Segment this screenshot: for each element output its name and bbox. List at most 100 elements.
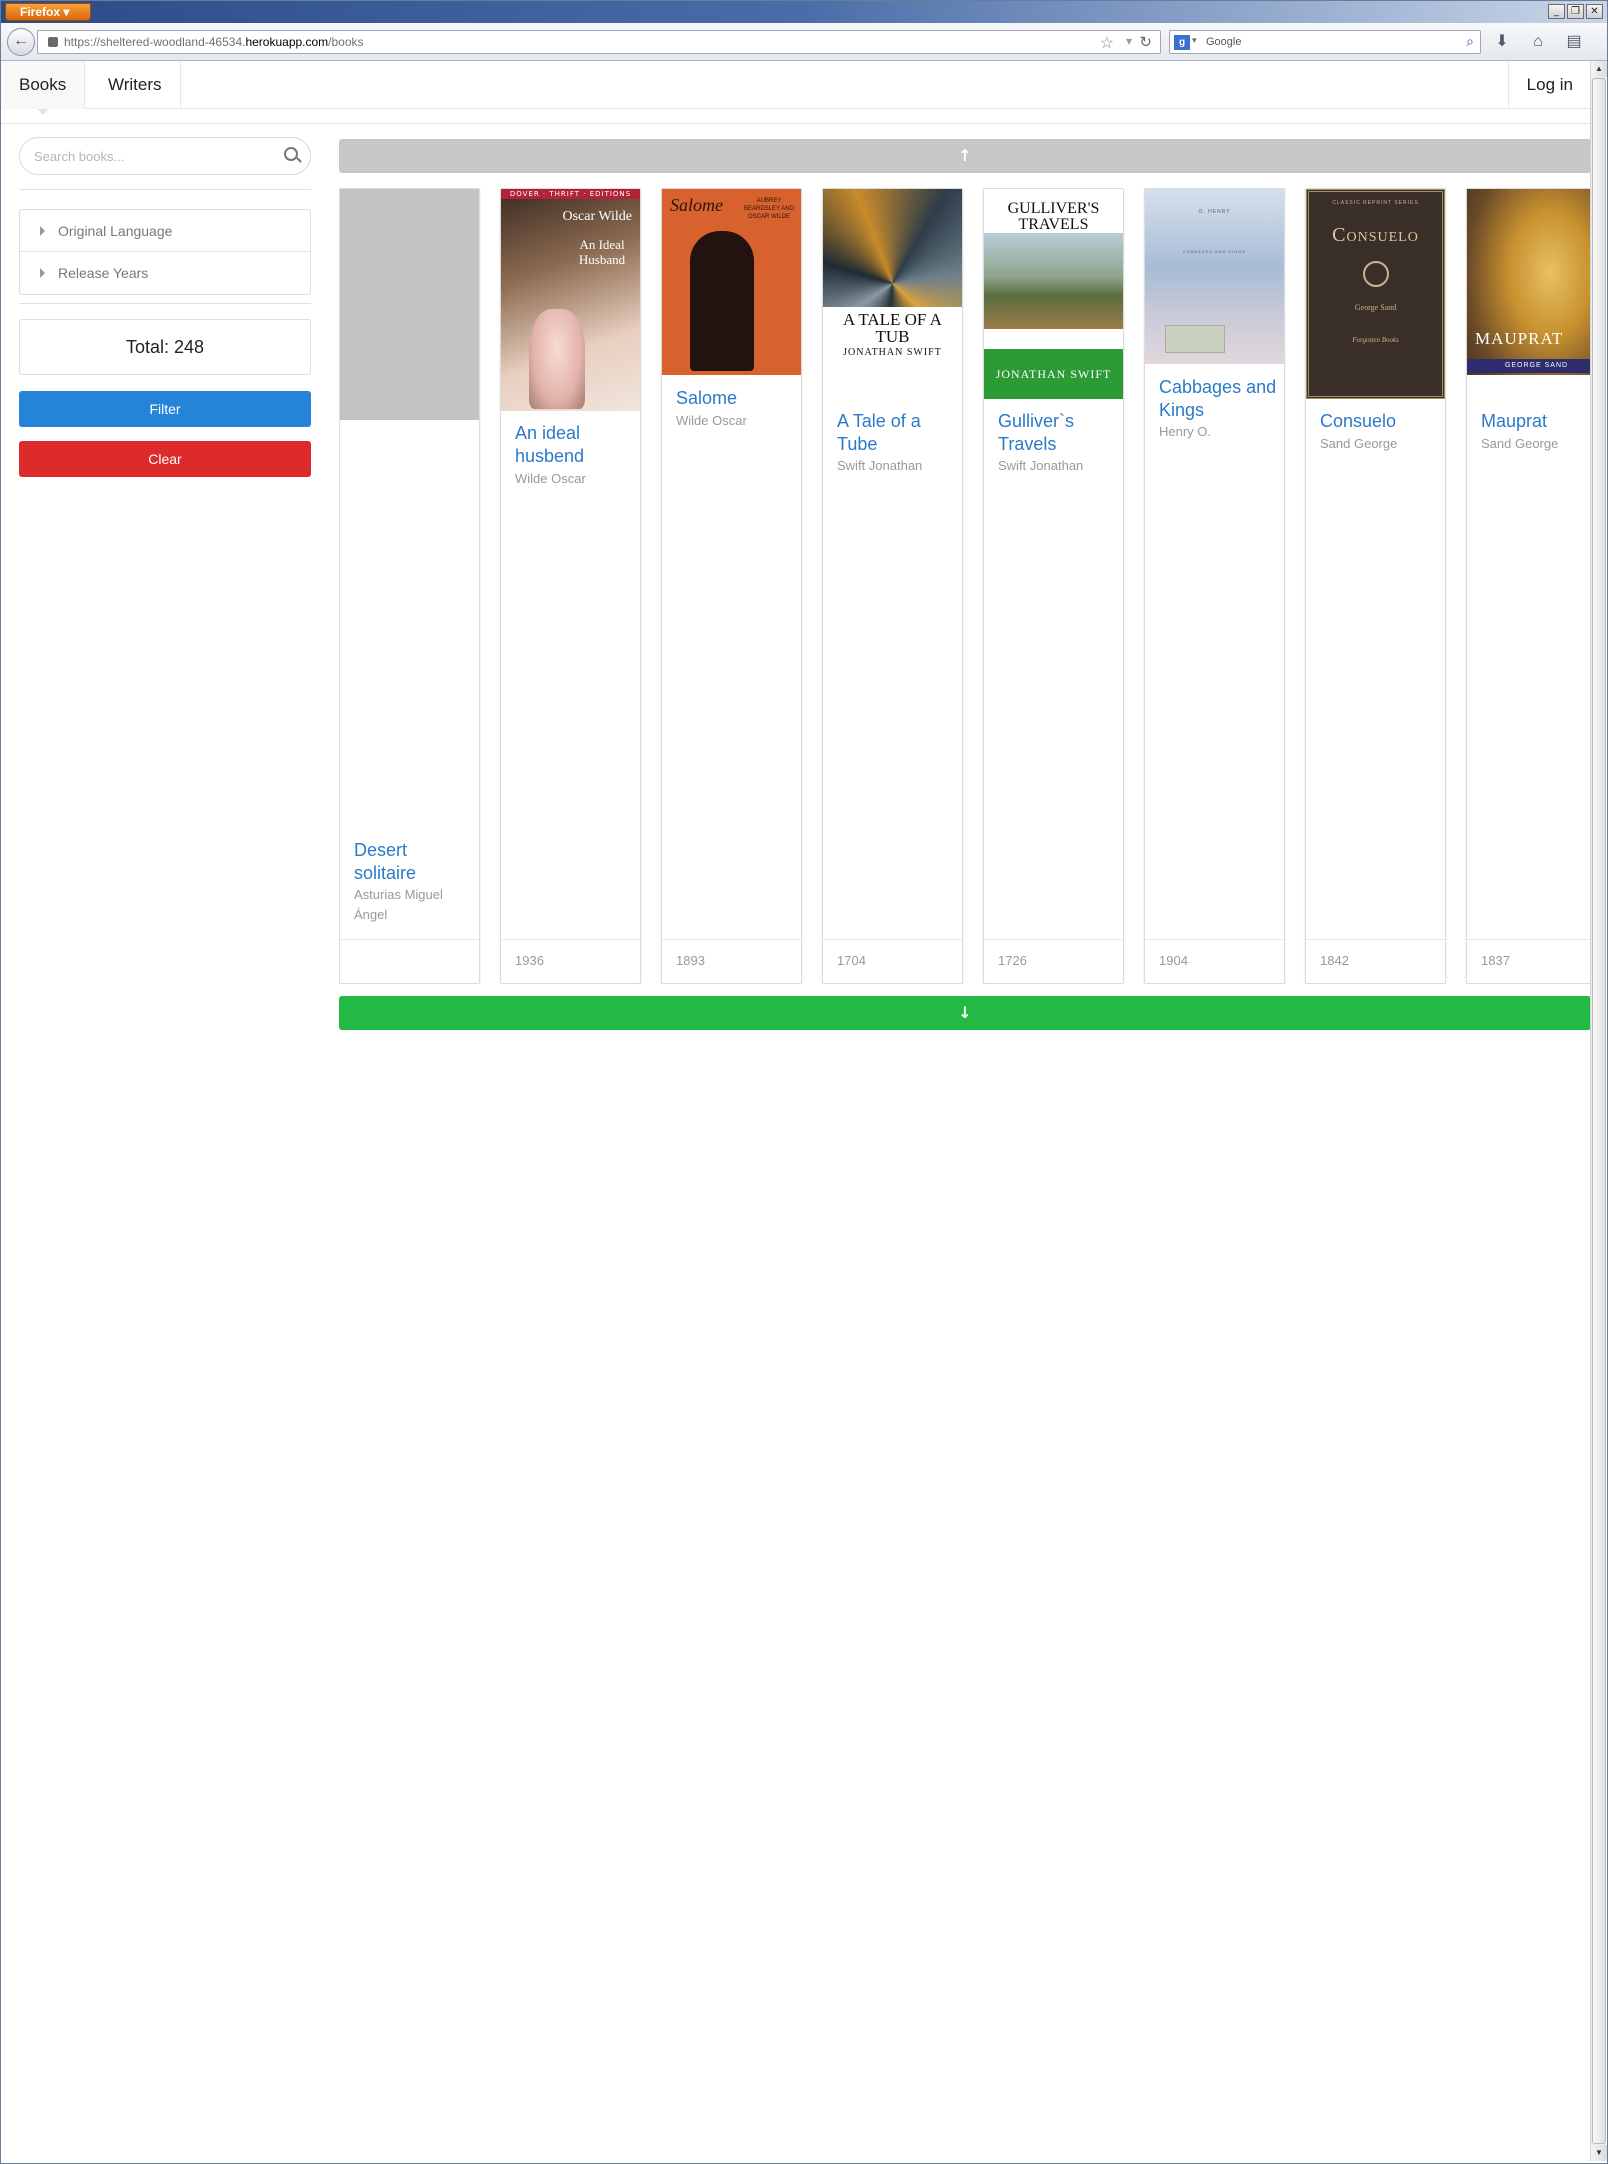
- firefox-menu-label: Firefox: [20, 5, 61, 19]
- menu-icon[interactable]: ▤: [1563, 31, 1585, 53]
- lock-icon: [48, 37, 58, 47]
- cover-subtitle: AUBREY BEARDSLEY AND OSCAR WILDE: [744, 198, 794, 220]
- book-title[interactable]: An ideal husbend: [515, 422, 635, 468]
- address-bar[interactable]: https://sheltered-woodland-46534.herokua…: [37, 30, 1161, 54]
- book-title[interactable]: Consuelo: [1320, 410, 1440, 433]
- cover-author: George Sand: [1354, 303, 1397, 312]
- minimize-icon[interactable]: _: [1548, 4, 1565, 19]
- cover-illustration: [1165, 325, 1225, 353]
- cover-title: A TALE OF A TUB: [843, 310, 942, 346]
- book-card[interactable]: A TALE OF A TUB JONATHAN SWIFT A Tale of…: [822, 188, 963, 984]
- reload-icon[interactable]: ↻: [1139, 33, 1152, 51]
- book-cards: Desert solitaire Asturias Miguel Ángel D…: [339, 188, 1591, 984]
- tab-writers[interactable]: Writers: [90, 61, 181, 109]
- filter-label: Original Language: [58, 223, 173, 239]
- book-cover-image: O. HENRY CABBAGES AND KINGS: [1145, 189, 1284, 364]
- cover-author: JONATHAN SWIFT: [843, 347, 942, 358]
- close-icon[interactable]: ✕: [1586, 4, 1603, 19]
- filter-release-years[interactable]: Release Years: [20, 252, 310, 294]
- scroll-up-arrow-icon[interactable]: ▲: [1591, 61, 1607, 77]
- scroll-down-arrow-icon[interactable]: ▼: [1591, 2145, 1607, 2161]
- engine-dropdown-icon[interactable]: ▾: [1192, 35, 1197, 46]
- book-card[interactable]: Salome AUBREY BEARDSLEY AND OSCAR WILDE …: [661, 188, 802, 984]
- cover-illustration: [529, 309, 585, 409]
- cover-footer-band: [1467, 375, 1591, 399]
- caret-right-icon: [40, 268, 45, 278]
- page-scrollbar[interactable]: ▲ ▼: [1590, 61, 1607, 2161]
- book-author: Henry O.: [1159, 424, 1212, 439]
- tab-books[interactable]: Books: [1, 61, 86, 115]
- cover-author: Oscar Wilde: [562, 209, 632, 224]
- book-year: 1893: [662, 939, 801, 983]
- clear-button[interactable]: Clear: [19, 441, 311, 477]
- title-bar: Firefox ▾ _ ❐ ✕: [1, 1, 1607, 23]
- book-card[interactable]: MAUPRAT GEORGE SAND Mauprat Sand George …: [1466, 188, 1591, 984]
- page-viewport: Books Writers Log in Search books... Ori…: [1, 61, 1591, 2161]
- nav-divider: [1, 123, 1591, 124]
- scroll-thumb[interactable]: [1592, 78, 1606, 2144]
- book-card[interactable]: GULLIVER'S TRAVELS JONATHAN SWIFT Gulliv…: [983, 188, 1124, 984]
- search-icon[interactable]: [284, 147, 298, 161]
- book-year: 1936: [501, 939, 640, 983]
- cover-title-panel: A TALE OF A TUB JONATHAN SWIFT: [823, 307, 962, 399]
- url-prefix: https://sheltered-woodland-46534.: [64, 35, 246, 49]
- cover-series: DOVER · THRIFT · EDITIONS: [501, 189, 640, 199]
- book-author: Sand George: [1320, 436, 1398, 451]
- firefox-menu-button[interactable]: Firefox ▾: [5, 3, 91, 21]
- filter-original-language[interactable]: Original Language: [20, 210, 310, 252]
- filter-label: Release Years: [58, 265, 149, 281]
- book-card[interactable]: CLASSIC REPRINT SERIES Consuelo George S…: [1305, 188, 1446, 984]
- back-arrow-icon[interactable]: ←: [7, 28, 35, 56]
- cover-author: GEORGE SAND: [1467, 359, 1591, 373]
- search-magnifier-icon[interactable]: ⌕: [1466, 33, 1474, 50]
- book-title[interactable]: A Tale of a Tube: [837, 410, 957, 456]
- cover-illustration: [690, 231, 754, 371]
- google-icon[interactable]: g: [1174, 35, 1190, 50]
- book-cover-image: MAUPRAT GEORGE SAND: [1467, 189, 1591, 399]
- bookmark-star-icon[interactable]: ☆: [1100, 33, 1114, 53]
- browser-search-bar[interactable]: g ▾ Google ⌕: [1169, 30, 1481, 54]
- cover-title: Salome: [670, 195, 723, 215]
- cover-emblem: [1362, 261, 1389, 287]
- book-card[interactable]: DOVER · THRIFT · EDITIONS Oscar Wilde An…: [500, 188, 641, 984]
- arrow-up-icon: ↑: [958, 146, 972, 165]
- login-link[interactable]: Log in: [1507, 61, 1591, 109]
- app-navbar: Books Writers Log in: [1, 61, 1591, 115]
- browser-window: Firefox ▾ _ ❐ ✕ ← https://sheltered-wood…: [0, 0, 1608, 2164]
- sidebar-divider: [19, 189, 311, 190]
- cover-illustration: [984, 233, 1123, 329]
- book-year: [340, 939, 479, 983]
- book-author: Wilde Oscar: [515, 471, 586, 486]
- scroll-down-button[interactable]: ↓: [339, 996, 1591, 1030]
- scroll-up-button[interactable]: ↑: [339, 139, 1591, 173]
- book-cover-placeholder: [340, 189, 479, 420]
- book-title[interactable]: Gulliver`s Travels: [998, 410, 1118, 456]
- cover-title: MAUPRAT: [1475, 329, 1564, 348]
- book-cover-image: CLASSIC REPRINT SERIES Consuelo George S…: [1306, 189, 1445, 399]
- url-host: herokuapp.com: [245, 35, 329, 49]
- book-title[interactable]: Salome: [676, 387, 796, 410]
- book-cover-image: GULLIVER'S TRAVELS JONATHAN SWIFT: [984, 189, 1123, 399]
- download-icon[interactable]: ⬇: [1491, 31, 1513, 53]
- book-cover-image: A TALE OF A TUB JONATHAN SWIFT: [823, 189, 962, 399]
- home-icon[interactable]: ⌂: [1527, 31, 1549, 53]
- cover-author: JONATHAN SWIFT: [984, 349, 1123, 399]
- book-title[interactable]: Cabbages and Kings: [1159, 376, 1279, 422]
- history-dropdown-icon[interactable]: ▾: [1126, 34, 1132, 48]
- book-card[interactable]: O. HENRY CABBAGES AND KINGS Cabbages and…: [1144, 188, 1285, 984]
- book-title[interactable]: Mauprat: [1481, 410, 1591, 433]
- restore-icon[interactable]: ❐: [1567, 4, 1584, 19]
- filter-button[interactable]: Filter: [19, 391, 311, 427]
- book-search-input[interactable]: Search books...: [19, 137, 311, 175]
- cover-publisher: Forgotten Books: [1352, 336, 1399, 344]
- book-cover-image: Salome AUBREY BEARDSLEY AND OSCAR WILDE: [662, 189, 801, 375]
- book-author: Asturias Miguel Ángel: [354, 887, 443, 922]
- book-author: Sand George: [1481, 436, 1559, 451]
- book-card[interactable]: Desert solitaire Asturias Miguel Ángel: [339, 188, 480, 984]
- book-cover-image: DOVER · THRIFT · EDITIONS Oscar Wilde An…: [501, 189, 640, 411]
- cover-author: O. HENRY: [1198, 209, 1231, 215]
- arrow-down-icon: ↓: [958, 1003, 972, 1022]
- caret-right-icon: [40, 226, 45, 236]
- url-path: /books: [328, 35, 364, 49]
- book-title[interactable]: Desert solitaire: [354, 839, 474, 885]
